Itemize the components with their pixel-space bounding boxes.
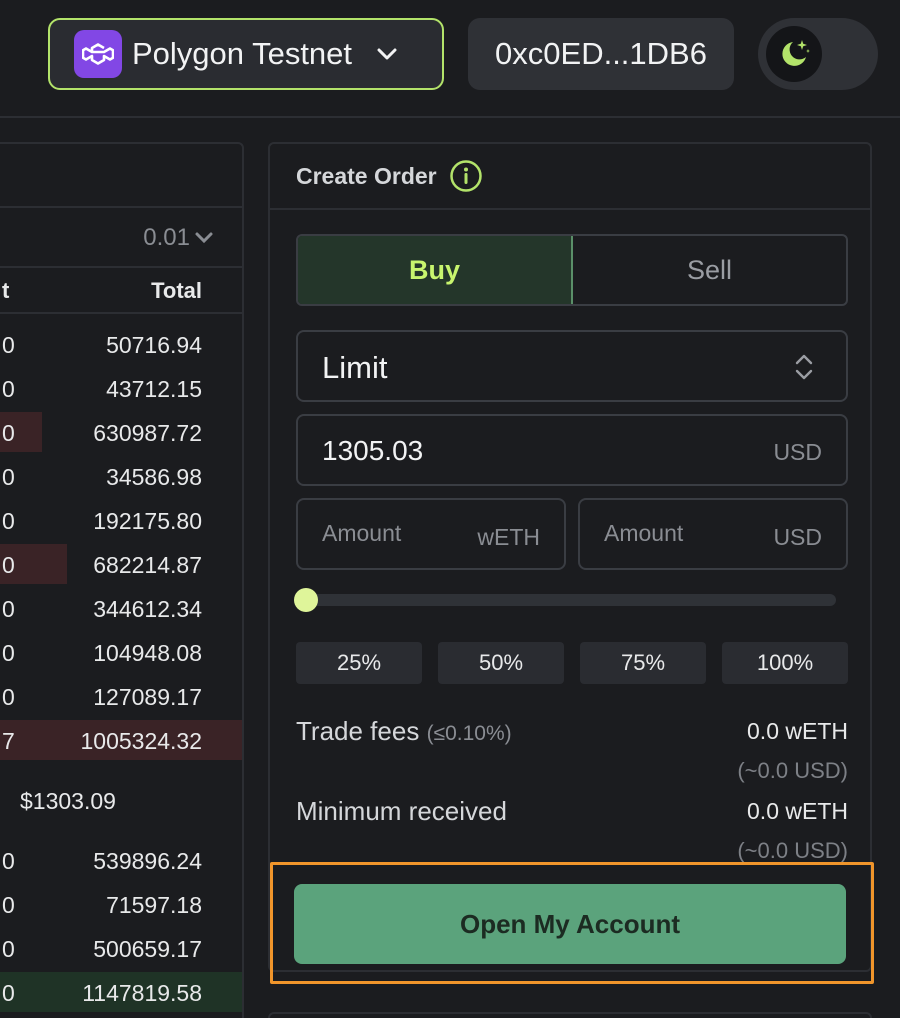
theme-toggle[interactable] bbox=[758, 18, 878, 90]
panel-title: Create Order bbox=[296, 162, 437, 189]
row-total: 682214.87 bbox=[93, 552, 202, 578]
trade-fees-rate: (≤0.10%) bbox=[426, 722, 512, 745]
next-panel bbox=[268, 1012, 872, 1018]
amount-weth-unit: wETH bbox=[477, 524, 540, 550]
percent-75-button[interactable]: 75% bbox=[580, 642, 706, 684]
row-total: 43712.15 bbox=[106, 376, 202, 402]
row-amount: 0 bbox=[2, 892, 15, 918]
precision-value: 0.01 bbox=[143, 224, 190, 251]
polygon-logo-icon bbox=[74, 30, 122, 78]
order-book-row[interactable]: 0 34586.98 bbox=[0, 456, 242, 496]
row-total: 34586.98 bbox=[106, 464, 202, 490]
price-value: 1305.03 bbox=[322, 435, 424, 466]
row-amount: 0 bbox=[2, 332, 15, 358]
mid-price: $1303.09 bbox=[20, 788, 116, 814]
order-type-value: Limit bbox=[322, 350, 388, 385]
order-book-row[interactable]: 0 500659.17 bbox=[0, 928, 242, 968]
precision-selector[interactable]: 0.01 bbox=[143, 224, 214, 252]
row-total: 50716.94 bbox=[106, 332, 202, 358]
divider bbox=[0, 266, 242, 268]
trade-fees-label: Trade fees (≤0.10%) bbox=[296, 716, 512, 747]
order-book-row[interactable]: 0 682214.87 bbox=[0, 544, 242, 584]
row-amount: 0 bbox=[2, 464, 15, 490]
row-total: 71597.18 bbox=[106, 892, 202, 918]
top-header: Polygon Testnet 0xc0ED...1DB6 bbox=[0, 0, 900, 118]
min-received-row: Minimum received 0.0 wETH (~0.0 USD) bbox=[296, 790, 848, 863]
row-amount: 0 bbox=[2, 420, 15, 446]
order-book-row[interactable]: 0 50716.94 bbox=[0, 324, 242, 364]
row-amount: 0 bbox=[2, 508, 15, 534]
trade-fees-value: 0.0 wETH bbox=[747, 718, 848, 744]
row-amount: 0 bbox=[2, 552, 15, 578]
trade-fees-row: Trade fees (≤0.10%) 0.0 wETH (~0.0 USD) bbox=[296, 710, 848, 783]
order-book: 0.01 t Total 0 50716.94 0 43712.15 0 630987.7… bbox=[0, 142, 244, 1018]
row-total: 104948.08 bbox=[93, 640, 202, 666]
row-amount: 0 bbox=[2, 980, 15, 1006]
info-circle-icon[interactable] bbox=[449, 159, 483, 193]
row-total: 1147819.58 bbox=[82, 980, 202, 1006]
order-book-row[interactable]: 0 192175.80 bbox=[0, 500, 242, 540]
chevron-down-icon bbox=[195, 232, 213, 244]
row-total: 192175.80 bbox=[93, 508, 202, 534]
order-book-row[interactable]: 0 539896.24 bbox=[0, 840, 242, 880]
amount-weth-placeholder: Amount bbox=[322, 520, 402, 546]
network-selector[interactable]: Polygon Testnet bbox=[48, 18, 444, 90]
price-input[interactable]: 1305.03 USD bbox=[296, 414, 848, 486]
row-amount: 0 bbox=[2, 848, 15, 874]
amount-weth-input[interactable]: Amount wETH bbox=[296, 498, 566, 570]
amount-slider[interactable] bbox=[294, 588, 836, 612]
divider bbox=[0, 312, 242, 314]
order-book-row[interactable]: 0 1147819.58 bbox=[0, 972, 242, 1012]
row-total: 630987.72 bbox=[93, 420, 202, 446]
amount-usd-input[interactable]: Amount USD bbox=[578, 498, 848, 570]
network-label: Polygon Testnet bbox=[132, 36, 353, 71]
row-total: 539896.24 bbox=[93, 848, 202, 874]
slider-handle[interactable] bbox=[294, 588, 318, 612]
trade-fees-usd: (~0.0 USD) bbox=[737, 758, 848, 783]
column-header-total: Total bbox=[151, 278, 202, 303]
row-amount: 0 bbox=[2, 684, 15, 710]
row-amount: 7 bbox=[2, 728, 15, 754]
column-header-amount: t bbox=[2, 278, 10, 303]
tab-sell[interactable]: Sell bbox=[573, 236, 846, 304]
trade-fees-label-text: Trade fees bbox=[296, 716, 420, 746]
order-book-toolbar bbox=[0, 144, 242, 208]
percent-50-button[interactable]: 50% bbox=[438, 642, 564, 684]
amount-usd-unit: USD bbox=[773, 524, 822, 550]
updown-chevron-icon bbox=[794, 352, 814, 387]
row-total: 500659.17 bbox=[93, 936, 202, 962]
row-total: 127089.17 bbox=[93, 684, 202, 710]
moon-stars-icon bbox=[766, 26, 822, 82]
min-received-value: 0.0 wETH bbox=[747, 798, 848, 824]
order-book-row[interactable]: 0 104948.08 bbox=[0, 632, 242, 672]
row-total: 344612.34 bbox=[93, 596, 202, 622]
row-amount: 0 bbox=[2, 376, 15, 402]
row-amount: 0 bbox=[2, 936, 15, 962]
percent-100-button[interactable]: 100% bbox=[722, 642, 848, 684]
row-total: 1005324.32 bbox=[80, 728, 202, 754]
order-book-row[interactable]: 0 630987.72 bbox=[0, 412, 242, 452]
order-book-row[interactable]: 0 127089.17 bbox=[0, 676, 242, 716]
order-type-select[interactable]: Limit bbox=[296, 330, 848, 402]
row-amount: 0 bbox=[2, 596, 15, 622]
order-book-row[interactable]: 0 71597.18 bbox=[0, 884, 242, 924]
percent-25-button[interactable]: 25% bbox=[296, 642, 422, 684]
percent-buttons: 25% 50% 75% 100% bbox=[296, 642, 848, 684]
min-received-usd: (~0.0 USD) bbox=[737, 838, 848, 863]
open-account-button[interactable]: Open My Account bbox=[294, 884, 846, 964]
buy-sell-toggle: Buy Sell bbox=[296, 234, 848, 306]
amount-usd-placeholder: Amount bbox=[604, 520, 684, 546]
row-amount: 0 bbox=[2, 640, 15, 666]
price-unit: USD bbox=[773, 439, 822, 465]
tab-buy[interactable]: Buy bbox=[298, 236, 573, 304]
create-order-panel: Create Order Buy Sell Limit 1305.03 USD … bbox=[268, 142, 872, 972]
order-book-row[interactable]: 0 344612.34 bbox=[0, 588, 242, 628]
chevron-down-icon bbox=[376, 47, 398, 61]
order-book-row[interactable]: 0 43712.15 bbox=[0, 368, 242, 408]
panel-header: Create Order bbox=[270, 144, 870, 210]
order-book-row[interactable]: 7 1005324.32 bbox=[0, 720, 242, 760]
min-received-label: Minimum received bbox=[296, 796, 507, 826]
wallet-address-button[interactable]: 0xc0ED...1DB6 bbox=[468, 18, 734, 90]
